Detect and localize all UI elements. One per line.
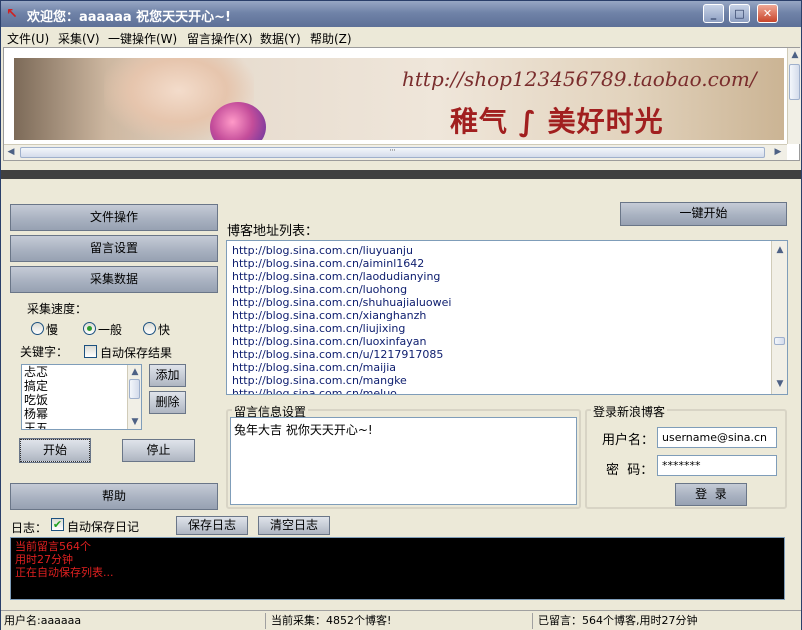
speed-normal-label: 一般 bbox=[98, 323, 123, 337]
log-output[interactable]: 当前留言564个 用时27分钟 正在自动保存列表... bbox=[10, 537, 785, 600]
password-label: 密 码： bbox=[606, 463, 654, 478]
help-button[interactable]: 帮助 bbox=[10, 483, 218, 510]
speed-slow-radio[interactable] bbox=[31, 322, 44, 335]
log-label: 日志： bbox=[11, 521, 48, 535]
list-item[interactable]: 王五 bbox=[22, 421, 141, 429]
autosave-results-label: 自动保存结果 bbox=[100, 346, 173, 360]
add-keyword-button[interactable]: 添加 bbox=[149, 364, 186, 387]
speed-slow-label: 慢 bbox=[46, 323, 59, 337]
message-settings-group: 留言信息设置 兔年大吉 祝你天天开心~! bbox=[226, 403, 581, 509]
list-item[interactable]: http://blog.sina.com.cn/xianghanzh bbox=[227, 309, 787, 322]
log-line: 用时27分钟 bbox=[15, 553, 73, 566]
main-window: ↖ 欢迎您：aaaaaa 祝您天天开心~! _ □ ✕ 文件(U) 采集(V) … bbox=[0, 0, 802, 630]
username-field[interactable]: username@sina.cn bbox=[657, 427, 777, 448]
banner-horizontal-scrollbar[interactable]: ◀ ''' ▶ bbox=[4, 144, 787, 160]
banner-image: http://shop123456789.taobao.com/ 稚气 ∫ 美好… bbox=[14, 58, 784, 140]
scroll-thumb[interactable] bbox=[774, 337, 785, 345]
scroll-thumb[interactable] bbox=[789, 64, 800, 100]
blog-list-scrollbar[interactable]: ▲ ▼ bbox=[771, 241, 787, 394]
maximize-button[interactable]: □ bbox=[729, 4, 750, 23]
login-group-title: 登录新浪博客 bbox=[591, 403, 668, 420]
status-collect: 当前采集：4852个博客! bbox=[268, 613, 533, 629]
list-item[interactable]: http://blog.sina.com.cn/u/1217917085 bbox=[227, 348, 787, 361]
list-item[interactable]: http://blog.sina.com.cn/luoxinfayan bbox=[227, 335, 787, 348]
file-operation-button[interactable]: 文件操作 bbox=[10, 204, 218, 231]
menu-one-click[interactable]: 一键操作(W) bbox=[108, 30, 177, 47]
list-item[interactable]: 杨幂 bbox=[22, 407, 141, 421]
list-item[interactable]: http://blog.sina.com.cn/shuhuajialuowei bbox=[227, 296, 787, 309]
start-button[interactable]: 开始 bbox=[19, 438, 91, 463]
status-bar: 用户名:aaaaaa 当前采集：4852个博客! 已留言：564个博客,用时27… bbox=[1, 610, 801, 630]
scroll-down-icon[interactable]: ▼ bbox=[128, 415, 141, 429]
banner-frame: http://shop123456789.taobao.com/ 稚气 ∫ 美好… bbox=[3, 47, 801, 161]
scroll-right-icon[interactable]: ▶ bbox=[771, 145, 785, 159]
log-line: 当前留言564个 bbox=[15, 540, 91, 553]
list-item[interactable]: http://blog.sina.com.cn/liuyuanju bbox=[227, 244, 787, 257]
banner-slogan: 稚气 ∫ 美好时光 bbox=[450, 105, 664, 138]
scroll-up-icon[interactable]: ▲ bbox=[128, 365, 141, 379]
autosave-log-label: 自动保存日记 bbox=[67, 520, 140, 534]
left-panel: 文件操作 留言设置 采集数据 采集速度： 慢 一般 快 关键字： 自动保存结果 … bbox=[10, 204, 218, 510]
clear-log-button[interactable]: 清空日志 bbox=[258, 516, 330, 535]
one-click-start-button[interactable]: 一键开始 bbox=[620, 202, 787, 226]
message-textarea[interactable]: 兔年大吉 祝你天天开心~! bbox=[230, 417, 577, 505]
close-button[interactable]: ✕ bbox=[757, 4, 778, 23]
speed-label: 采集速度： bbox=[27, 302, 88, 316]
title-bar[interactable]: ↖ 欢迎您：aaaaaa 祝您天天开心~! _ □ ✕ bbox=[1, 1, 801, 27]
list-item[interactable]: http://blog.sina.com.cn/mangke bbox=[227, 374, 787, 387]
speed-normal-radio[interactable] bbox=[83, 322, 96, 335]
lollipop-graphic bbox=[210, 102, 266, 140]
window-title: 欢迎您：aaaaaa 祝您天天开心~! bbox=[27, 10, 231, 25]
list-item[interactable]: 忐忑 bbox=[22, 365, 141, 379]
divider-strip bbox=[1, 170, 801, 179]
list-item[interactable]: http://blog.sina.com.cn/maijia bbox=[227, 361, 787, 374]
menu-file[interactable]: 文件(U) bbox=[7, 30, 49, 47]
password-field[interactable]: ******* bbox=[657, 455, 777, 476]
keyword-listbox[interactable]: 忐忑 搞定 吃饭 杨幂 王五 ▲ ▼ bbox=[21, 364, 142, 430]
status-posted: 已留言：564个博客,用时27分钟 bbox=[538, 614, 698, 627]
scroll-thumb[interactable] bbox=[129, 379, 140, 399]
list-item[interactable]: http://blog.sina.com.cn/liujixing bbox=[227, 322, 787, 335]
scroll-up-icon[interactable]: ▲ bbox=[773, 243, 787, 257]
autosave-log-checkbox[interactable]: ✔ bbox=[51, 518, 64, 531]
scroll-down-icon[interactable]: ▼ bbox=[773, 377, 787, 391]
username-label: 用户名： bbox=[602, 433, 655, 448]
scroll-up-icon[interactable]: ▲ bbox=[788, 48, 802, 62]
keyword-label: 关键字： bbox=[20, 345, 69, 359]
stop-button[interactable]: 停止 bbox=[122, 439, 195, 462]
delete-keyword-button[interactable]: 删除 bbox=[149, 391, 186, 414]
speed-fast-radio[interactable] bbox=[143, 322, 156, 335]
banner-url: http://shop123456789.taobao.com/ bbox=[402, 67, 757, 91]
list-item[interactable]: http://blog.sina.com.cn/luohong bbox=[227, 283, 787, 296]
login-group: 登录新浪博客 用户名： username@sina.cn 密 码： ******… bbox=[585, 403, 787, 509]
minimize-button[interactable]: _ bbox=[703, 4, 724, 23]
log-line: 正在自动保存列表... bbox=[15, 566, 114, 579]
blog-url-list[interactable]: http://blog.sina.com.cn/liuyuanju http:/… bbox=[226, 240, 788, 395]
collect-data-button[interactable]: 采集数据 bbox=[10, 266, 218, 293]
save-log-button[interactable]: 保存日志 bbox=[176, 516, 248, 535]
blog-list-label: 博客地址列表： bbox=[227, 224, 319, 239]
keyword-list-scrollbar[interactable]: ▲ ▼ bbox=[127, 365, 141, 429]
status-user: 用户名:aaaaaa bbox=[1, 613, 266, 629]
login-button[interactable]: 登 录 bbox=[675, 483, 747, 506]
menu-bar: 文件(U) 采集(V) 一键操作(W) 留言操作(X) 数据(Y) 帮助(Z) bbox=[1, 27, 801, 47]
list-item[interactable]: http://blog.sina.com.cn/aiminl1642 bbox=[227, 257, 787, 270]
list-item[interactable]: http://blog.sina.com.cn/meluo bbox=[227, 387, 787, 394]
speed-fast-label: 快 bbox=[158, 323, 171, 337]
menu-data[interactable]: 数据(Y) bbox=[260, 30, 301, 47]
autosave-results-checkbox[interactable] bbox=[84, 345, 97, 358]
list-item[interactable]: 搞定 bbox=[22, 379, 141, 393]
banner-vertical-scrollbar[interactable]: ▲ bbox=[787, 48, 801, 144]
list-item[interactable]: http://blog.sina.com.cn/laodudianying bbox=[227, 270, 787, 283]
app-icon: ↖ bbox=[6, 6, 18, 22]
message-settings-button[interactable]: 留言设置 bbox=[10, 235, 218, 262]
menu-collect[interactable]: 采集(V) bbox=[58, 30, 100, 47]
scroll-left-icon[interactable]: ◀ bbox=[4, 145, 18, 159]
menu-help[interactable]: 帮助(Z) bbox=[310, 30, 352, 47]
scroll-thumb[interactable]: ''' bbox=[20, 147, 765, 158]
menu-message[interactable]: 留言操作(X) bbox=[187, 30, 253, 47]
list-item[interactable]: 吃饭 bbox=[22, 393, 141, 407]
